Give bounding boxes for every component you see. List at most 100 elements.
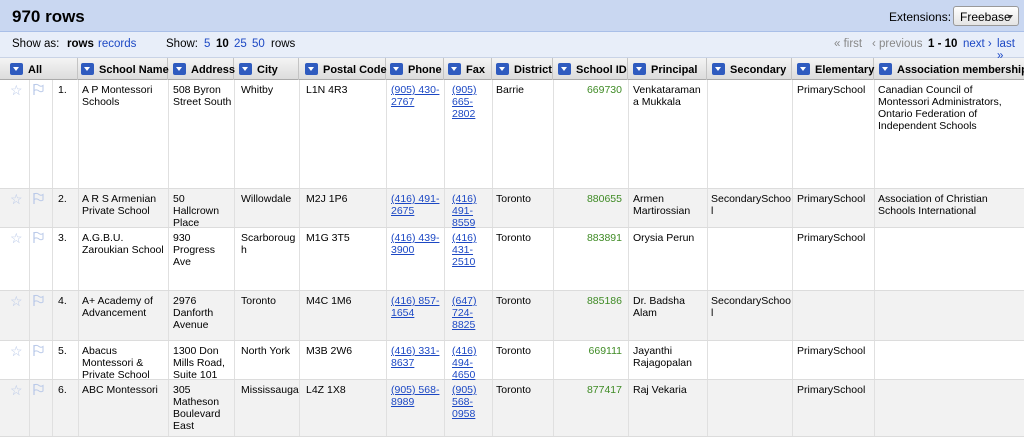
flag-icon[interactable] (32, 294, 44, 307)
fax-link[interactable]: (416) 494-4650 (452, 345, 488, 381)
column-header-all[interactable]: All (0, 58, 78, 80)
fax-link[interactable]: (416) 431-2510 (452, 232, 488, 268)
column-divider (874, 189, 875, 227)
column-menu-icon[interactable] (633, 63, 646, 75)
fax-link[interactable]: (905) 568-0958 (452, 384, 488, 420)
column-divider (444, 380, 445, 436)
table-row: ☆ 2. A R S Armenian Private School 50 Hallc… (0, 189, 1024, 229)
address-cell: 305 Matheson Boulevard East (173, 384, 221, 432)
page-size-25[interactable]: 25 (234, 38, 247, 50)
star-icon[interactable]: ☆ (10, 83, 23, 97)
column-divider (234, 189, 235, 227)
column-divider (628, 380, 629, 436)
column-menu-icon[interactable] (879, 63, 892, 75)
flag-icon[interactable] (32, 383, 44, 396)
fax-link[interactable]: (416) 491-8559 (452, 193, 488, 229)
column-menu-icon[interactable] (496, 63, 509, 75)
star-icon[interactable]: ☆ (10, 383, 23, 397)
column-divider (29, 228, 30, 290)
column-divider (386, 291, 387, 340)
phone-link[interactable]: (416) 491-2675 (391, 193, 441, 217)
column-menu-icon[interactable] (448, 63, 461, 75)
postal-code-cell: M2J 1P6 (306, 193, 348, 205)
flag-icon[interactable] (32, 231, 44, 244)
column-header-address[interactable]: Address (168, 58, 235, 80)
column-menu-icon[interactable] (10, 63, 23, 75)
district-cell: Toronto (496, 232, 532, 244)
show-as-records-link[interactable]: records (98, 38, 136, 50)
star-icon[interactable]: ☆ (10, 344, 23, 358)
flag-icon[interactable] (32, 192, 44, 205)
address-cell: 50 Hallcrown Place (173, 193, 220, 229)
column-divider (78, 228, 79, 290)
column-header-school-id[interactable]: School ID (553, 58, 628, 80)
column-menu-icon[interactable] (81, 63, 94, 75)
column-divider (168, 80, 169, 188)
column-divider (553, 341, 554, 379)
column-header-postal-code[interactable]: Postal Code (299, 58, 387, 80)
column-menu-icon[interactable] (797, 63, 810, 75)
postal-code-cell: L1N 4R3 (306, 84, 348, 96)
phone-link[interactable]: (416) 439-3900 (391, 232, 441, 256)
column-menu-icon[interactable] (239, 63, 252, 75)
fax-link[interactable]: (647) 724-8825 (452, 295, 488, 331)
column-divider (874, 228, 875, 290)
column-divider (707, 380, 708, 436)
page-size-50[interactable]: 50 (252, 38, 265, 50)
column-divider (628, 291, 629, 340)
city-cell: North York (241, 345, 291, 357)
column-header-fax[interactable]: Fax (444, 58, 492, 80)
phone-link[interactable]: (416) 331-8637 (391, 345, 441, 369)
column-header-principal[interactable]: Principal (628, 58, 707, 80)
elementary-cell: PrimarySchool (797, 384, 866, 396)
flag-icon[interactable] (32, 344, 44, 357)
address-cell: 930 Progress Ave (173, 232, 216, 268)
star-icon[interactable]: ☆ (10, 294, 23, 308)
row-number: 6. (58, 384, 67, 396)
column-menu-icon[interactable] (712, 63, 725, 75)
column-header-phone[interactable]: Phone (386, 58, 444, 80)
phone-link[interactable]: (905) 430-2767 (391, 84, 441, 108)
principal-cell: Venkataramana Mukkala (633, 84, 701, 108)
school-id-cell: 669730 (586, 84, 622, 96)
column-divider (78, 380, 79, 436)
rows-suffix: rows (271, 38, 296, 50)
phone-link[interactable]: (416) 857-1654 (391, 295, 441, 319)
school-name-cell: A+ Academy of Advancement (82, 295, 153, 319)
phone-link[interactable]: (905) 568-8989 (391, 384, 441, 408)
next-page-link[interactable]: next › (963, 38, 992, 50)
column-menu-icon[interactable] (305, 63, 318, 75)
elementary-cell: PrimarySchool (797, 84, 866, 96)
star-icon[interactable]: ☆ (10, 192, 23, 206)
column-header-district[interactable]: District (492, 58, 553, 80)
school-name-cell: ABC Montessori (82, 384, 158, 396)
column-menu-icon[interactable] (390, 63, 403, 75)
fax-link[interactable]: (905) 665-2802 (452, 84, 488, 120)
elementary-cell: PrimarySchool (797, 345, 866, 357)
table-row: ☆ 3. A.G.B.U. Zaroukian School 930 Progress… (0, 228, 1024, 291)
column-divider (234, 291, 235, 340)
column-header-association-membership[interactable]: Association membership (874, 58, 1024, 80)
column-divider (707, 291, 708, 340)
column-divider (792, 228, 793, 290)
star-icon[interactable]: ☆ (10, 231, 23, 245)
column-divider (792, 189, 793, 227)
column-header-secondary[interactable]: Secondary (707, 58, 792, 80)
column-header-elementary[interactable]: Elementary (792, 58, 874, 80)
extensions-dropdown[interactable]: Freebase (953, 6, 1019, 26)
flag-icon[interactable] (32, 83, 44, 96)
postal-code-cell: M3B 2W6 (306, 345, 353, 357)
city-cell: Toronto (241, 295, 277, 307)
column-header-school-name[interactable]: School Name (78, 58, 169, 80)
show-as-rows[interactable]: rows (67, 38, 94, 50)
previous-page-link[interactable]: ‹ previous (872, 38, 923, 50)
column-menu-icon[interactable] (558, 63, 571, 75)
page-size-10[interactable]: 10 (216, 38, 229, 50)
column-divider (553, 291, 554, 340)
column-menu-icon[interactable] (173, 63, 186, 75)
page-size-5[interactable]: 5 (204, 38, 210, 50)
principal-cell: Armen Martirossian (633, 193, 691, 217)
column-header-city[interactable]: City (234, 58, 299, 80)
first-page-link[interactable]: « first (834, 38, 862, 50)
column-divider (168, 228, 169, 290)
